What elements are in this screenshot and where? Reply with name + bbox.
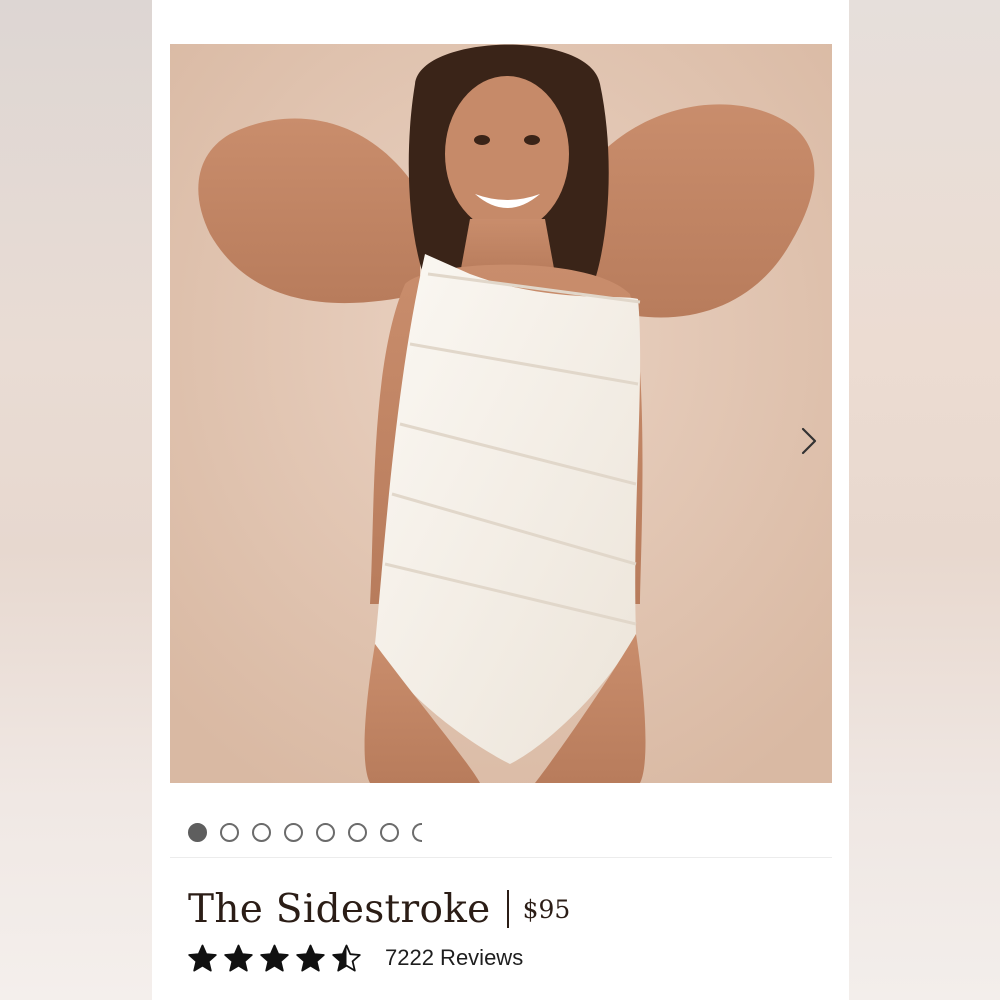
star-rating xyxy=(188,944,361,973)
divider xyxy=(170,857,832,858)
product-image[interactable] xyxy=(170,44,832,783)
pagination-dot[interactable] xyxy=(412,822,422,842)
product-title-row: The Sidestroke $95 xyxy=(188,884,570,934)
product-card: The Sidestroke $95 7222 Reviews xyxy=(152,0,849,1000)
pagination-dot[interactable] xyxy=(252,822,271,842)
pagination-dot[interactable] xyxy=(188,822,207,842)
star-full-icon xyxy=(224,944,253,971)
next-image-button[interactable] xyxy=(794,424,824,458)
image-pagination xyxy=(188,822,422,842)
background-blur-right xyxy=(848,0,1000,1000)
pagination-dot[interactable] xyxy=(220,822,239,842)
reviews-link[interactable]: 7222 Reviews xyxy=(385,945,523,971)
pagination-dot[interactable] xyxy=(348,822,367,842)
pagination-dot[interactable] xyxy=(284,822,303,842)
star-full-icon xyxy=(260,944,289,971)
background-blur-left xyxy=(0,0,152,1000)
title-separator xyxy=(506,890,509,928)
product-name: The Sidestroke xyxy=(188,886,491,932)
star-full-icon xyxy=(296,944,325,971)
chevron-right-icon xyxy=(801,427,817,455)
pagination-dot[interactable] xyxy=(380,822,399,842)
pagination-dot[interactable] xyxy=(316,822,335,842)
star-full-icon xyxy=(188,944,217,971)
product-photo-illustration xyxy=(170,44,832,783)
rating-row[interactable]: 7222 Reviews xyxy=(188,940,523,976)
star-half-icon xyxy=(332,944,361,971)
product-price: $95 xyxy=(522,894,571,924)
